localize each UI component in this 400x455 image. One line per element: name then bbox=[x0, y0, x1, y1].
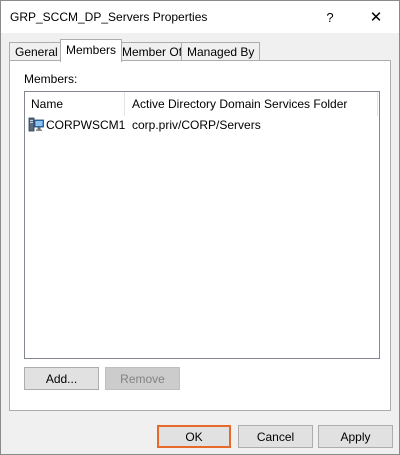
title-bar[interactable]: GRP_SCCM_DP_Servers Properties ? ✕ bbox=[1, 1, 399, 33]
member-name: CORPWSCM1 bbox=[46, 118, 126, 132]
list-header: Name Active Directory Domain Services Fo… bbox=[25, 92, 379, 116]
members-panel: Members: Name Active Directory Domain Se… bbox=[9, 60, 391, 411]
list-item[interactable]: CORPWSCM1 corp.priv/CORP/Servers bbox=[25, 116, 379, 134]
help-icon: ? bbox=[326, 9, 334, 25]
help-button[interactable]: ? bbox=[307, 1, 353, 33]
close-icon: ✕ bbox=[369, 9, 383, 26]
tab-members[interactable]: Members bbox=[60, 39, 123, 62]
computer-icon bbox=[28, 117, 44, 133]
ok-button[interactable]: OK bbox=[157, 425, 231, 448]
member-folder: corp.priv/CORP/Servers bbox=[132, 118, 261, 132]
tab-member-of[interactable]: Member Of bbox=[116, 42, 189, 61]
cancel-button[interactable]: Cancel bbox=[238, 425, 313, 448]
add-button[interactable]: Add... bbox=[24, 367, 99, 390]
properties-dialog: GRP_SCCM_DP_Servers Properties ? ✕ Gener… bbox=[0, 0, 400, 455]
column-header-name[interactable]: Name bbox=[25, 92, 125, 116]
window-title: GRP_SCCM_DP_Servers Properties bbox=[10, 10, 208, 24]
close-button[interactable]: ✕ bbox=[353, 1, 399, 33]
members-list[interactable]: Name Active Directory Domain Services Fo… bbox=[24, 91, 380, 359]
apply-button[interactable]: Apply bbox=[318, 425, 393, 448]
tab-managed-by[interactable]: Managed By bbox=[181, 42, 261, 61]
tab-general[interactable]: General bbox=[9, 42, 64, 61]
members-label: Members: bbox=[24, 72, 78, 86]
remove-button[interactable]: Remove bbox=[105, 367, 180, 390]
column-header-folder[interactable]: Active Directory Domain Services Folder bbox=[126, 92, 378, 116]
